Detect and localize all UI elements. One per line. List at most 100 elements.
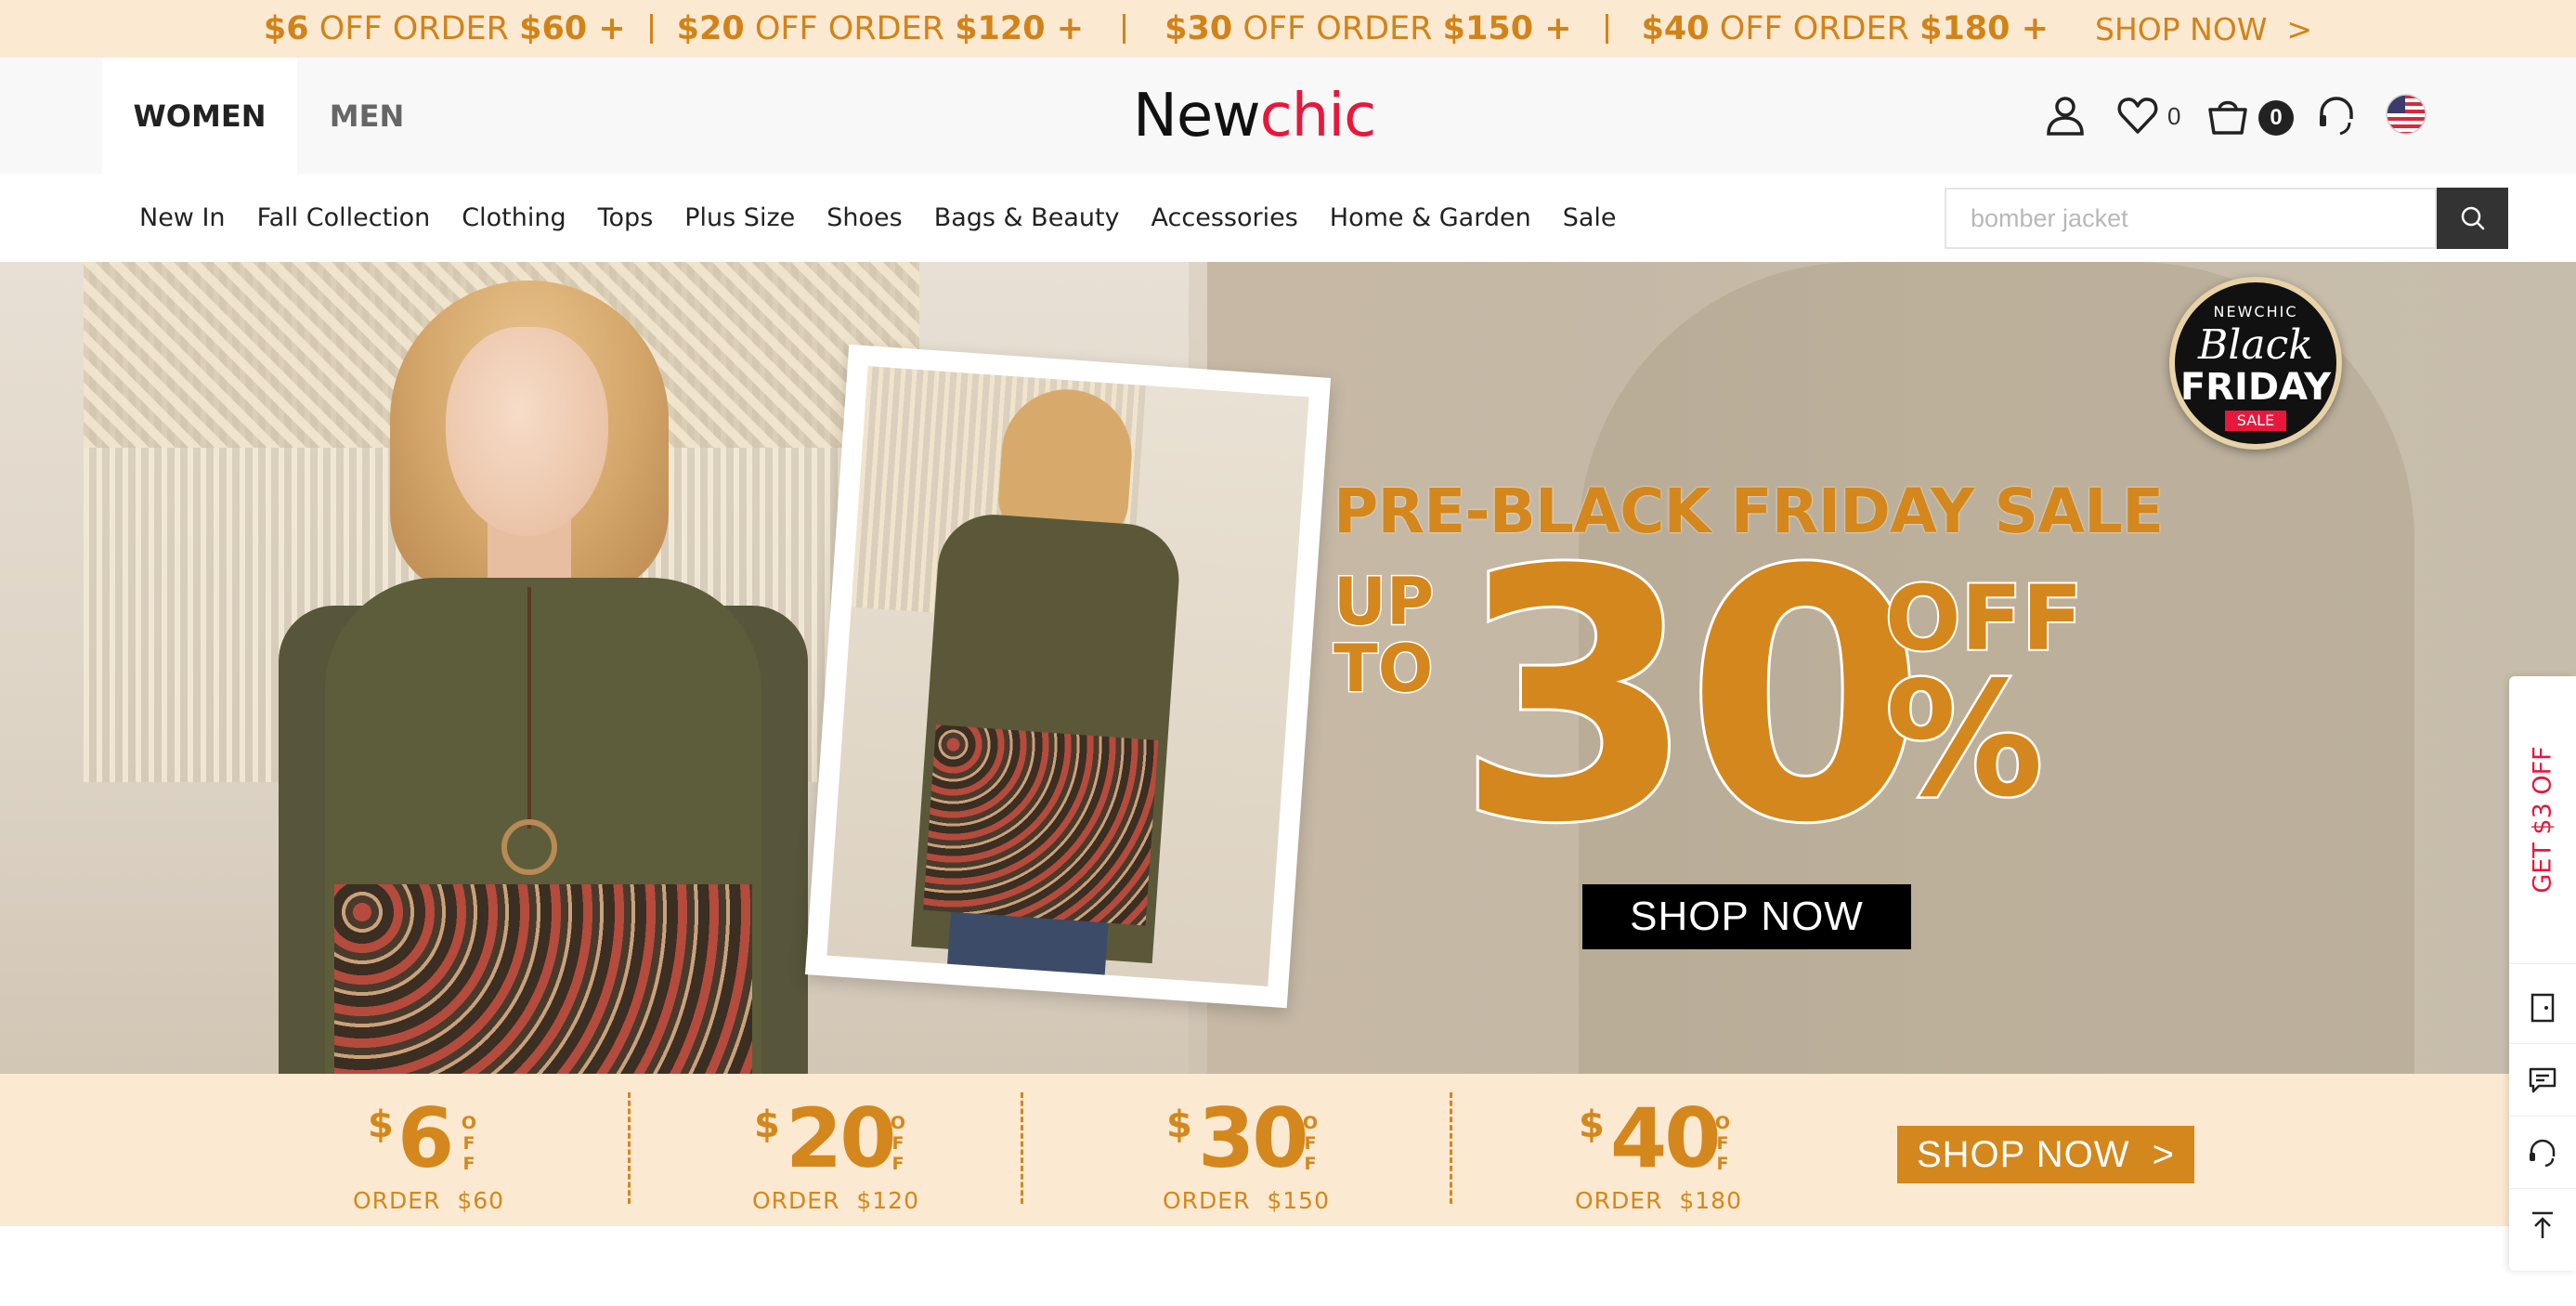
customer-service-icon[interactable]	[2316, 95, 2357, 140]
hero-up-to: UP TO	[1332, 564, 1435, 707]
off-letter: F	[462, 1154, 475, 1174]
wishlist-count: 0	[2167, 102, 2181, 130]
account-icon[interactable]	[2045, 95, 2086, 140]
support-sidebar-button[interactable]	[2509, 1117, 2576, 1189]
hero-discount-number: 30	[1453, 499, 1928, 898]
coupon-amount: 40	[1610, 1091, 1721, 1186]
off-letter: O	[461, 1113, 477, 1133]
promo-amount: $20	[676, 10, 745, 47]
hero-percent-sign: %	[1882, 648, 2045, 832]
coupon-currency: $	[368, 1104, 394, 1146]
nav-item-sale[interactable]: Sale	[1563, 203, 1617, 232]
coupon-order-min: ORDER $60	[353, 1187, 505, 1214]
up-text: UP	[1332, 564, 1435, 640]
promo-item-1[interactable]: $6 OFF ORDER $60 +	[264, 10, 626, 47]
promo-text: OFF ORDER	[744, 10, 956, 47]
off-letter: F	[891, 1133, 904, 1154]
badge-black: Black	[2198, 321, 2313, 369]
nav-item-tops[interactable]: Tops	[598, 203, 654, 232]
coupon-shop-now-button[interactable]: SHOP NOW >	[1897, 1126, 2194, 1183]
get-3-off-label: GET $3 OFF	[2528, 746, 2557, 894]
nav-item-bags-beauty[interactable]: Bags & Beauty	[934, 203, 1120, 232]
coupon-30-off[interactable]: $ 30 OFF ORDER $150	[1163, 1087, 1348, 1217]
promo-shop-now-link[interactable]: SHOP NOW >	[2095, 11, 2312, 47]
necklace-pendant	[501, 819, 557, 875]
coupon-40-off[interactable]: $ 40 OFF ORDER $180	[1575, 1087, 1761, 1217]
coupon-sidebar-button[interactable]	[2509, 972, 2576, 1044]
coupon-amount: 20	[786, 1091, 896, 1186]
coupon-currency: $	[1579, 1104, 1605, 1146]
back-to-top-button[interactable]	[2509, 1189, 2576, 1261]
off-letter: O	[890, 1113, 906, 1133]
support-icon	[2530, 1139, 2556, 1167]
us-flag-icon[interactable]	[2385, 93, 2427, 140]
coupon-amount: 6	[397, 1091, 454, 1186]
promo-item-3[interactable]: $30 OFF ORDER $150 +	[1164, 10, 1571, 47]
coupon-amount: 30	[1198, 1091, 1308, 1186]
heart-icon[interactable]	[2117, 95, 2158, 140]
badge-sale: SALE	[2225, 411, 2286, 431]
top-promo-bar[interactable]: $6 OFF ORDER $60 + $20 OFF ORDER $120 + …	[0, 0, 2576, 58]
back-view-photo	[826, 366, 1309, 986]
feedback-icon	[2529, 1067, 2556, 1092]
to-text: TO	[1332, 631, 1434, 707]
coupon-divider	[628, 1092, 631, 1204]
site-logo[interactable]: Newchic	[1133, 84, 1376, 149]
nav-item-plus-size[interactable]: Plus Size	[684, 203, 795, 232]
photo-blouse-pattern	[923, 725, 1159, 926]
promo-amount: $6	[263, 10, 309, 47]
right-sidebar: GET $3 OFF	[2509, 676, 2576, 1271]
coupon-6-off[interactable]: $ 6 OFF ORDER $60	[353, 1087, 550, 1217]
search-input[interactable]	[1945, 188, 2437, 249]
blouse-pattern	[334, 884, 752, 1074]
tab-men-label: MEN	[329, 98, 405, 134]
nav-item-accessories[interactable]: Accessories	[1151, 203, 1298, 232]
promo-text: OFF ORDER	[308, 10, 520, 47]
cart-count: 0	[2270, 105, 2283, 130]
coupon-20-off[interactable]: $ 20 OFF ORDER $120	[750, 1087, 936, 1217]
nav-item-clothing[interactable]: Clothing	[462, 203, 566, 232]
coupon-off-vertical: OFF	[461, 1113, 477, 1174]
nav-item-new-in[interactable]: New In	[139, 203, 226, 232]
off-letter: F	[1304, 1154, 1317, 1174]
tab-men[interactable]: MEN	[297, 58, 436, 174]
model-face	[446, 327, 608, 536]
promo-item-4[interactable]: $40 OFF ORDER $180 +	[1642, 10, 2049, 47]
promo-amount: $40	[1641, 10, 1710, 47]
cart-count-badge: 0	[2258, 100, 2294, 136]
off-letter: O	[1714, 1113, 1731, 1133]
badge-friday: FRIDAY	[2179, 366, 2332, 409]
badge-brand: NEWCHIC	[2213, 303, 2298, 320]
nav-item-shoes[interactable]: Shoes	[826, 203, 902, 232]
coupon-strip: $ 6 OFF ORDER $60 $ 20 OFF ORDER $120 $ …	[0, 1074, 2576, 1226]
cart-icon[interactable]	[2206, 95, 2249, 140]
coupon-order-min: ORDER $150	[1163, 1187, 1330, 1214]
promo-divider	[649, 14, 653, 44]
coupon-off-vertical: OFF	[1302, 1113, 1319, 1174]
tab-women-label: WOMEN	[133, 98, 267, 134]
nav-item-fall-collection[interactable]: Fall Collection	[257, 203, 431, 232]
off-letter: F	[1716, 1154, 1729, 1174]
hero-banner[interactable]: NEWCHIC Black FRIDAY SALE PRE-BLACK FRID…	[0, 262, 2576, 1074]
nav-item-home-garden[interactable]: Home & Garden	[1330, 203, 1531, 232]
off-letter: F	[891, 1154, 904, 1174]
hero-shop-now-button[interactable]: SHOP NOW	[1582, 884, 1911, 949]
photo-model-jeans	[946, 911, 1109, 979]
promo-item-2[interactable]: $20 OFF ORDER $120 +	[677, 10, 1084, 47]
promo-divider	[1123, 14, 1126, 44]
category-nav-list: New In Fall Collection Clothing Tops Plu…	[139, 174, 1648, 262]
back-view-photo-card	[804, 344, 1332, 1009]
feedback-sidebar-button[interactable]	[2509, 1044, 2576, 1117]
get-3-off-tab[interactable]: GET $3 OFF	[2509, 676, 2576, 964]
promo-threshold: $180 +	[1919, 10, 2049, 47]
coupon-off-vertical: OFF	[890, 1113, 906, 1174]
coupon-off-vertical: OFF	[1714, 1113, 1731, 1174]
coupon-divider	[1450, 1092, 1452, 1204]
tab-women[interactable]: WOMEN	[102, 58, 297, 174]
coupon-order-min: ORDER $120	[752, 1187, 919, 1214]
coupon-shop-now-label: SHOP NOW >	[1916, 1133, 2176, 1175]
off-letter: F	[1716, 1133, 1729, 1154]
search-button[interactable]	[2437, 188, 2508, 249]
coupon-currency: $	[754, 1104, 780, 1146]
promo-threshold: $60 +	[519, 10, 626, 47]
